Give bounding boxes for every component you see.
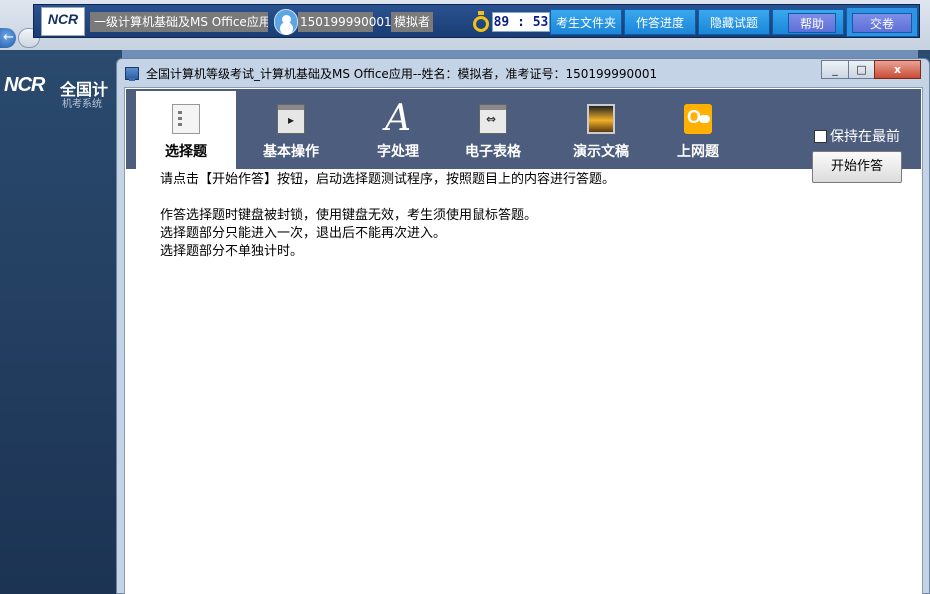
instruction-line: 选择题部分不单独计时。 xyxy=(160,244,304,259)
progress-button[interactable]: 作答进度 xyxy=(624,9,696,35)
tab-label: 字处理 xyxy=(377,144,419,160)
web-icon xyxy=(684,104,712,134)
tab-word-processing[interactable]: A 字处理 xyxy=(348,91,448,169)
spreadsheet-icon xyxy=(479,104,507,134)
stopwatch-icon xyxy=(472,11,490,33)
tab-label: 上网题 xyxy=(677,144,719,160)
keep-on-top-checkbox[interactable] xyxy=(814,130,827,143)
window-titlebar[interactable]: 全国计算机等级考试_计算机基础及MS Office应用--姓名：模拟者，准考证号… xyxy=(117,59,929,87)
window-controls: _ □ x xyxy=(821,60,923,80)
app-monitor-icon xyxy=(125,67,139,81)
minimize-button[interactable]: _ xyxy=(821,60,849,79)
exam-window: 全国计算机等级考试_计算机基础及MS Office应用--姓名：模拟者，准考证号… xyxy=(116,58,930,594)
tab-presentation[interactable]: 演示文稿 xyxy=(551,91,651,169)
tab-label: 演示文稿 xyxy=(573,144,629,160)
tab-multiple-choice[interactable]: 选择题 xyxy=(136,91,236,169)
help-button[interactable]: 帮助 xyxy=(788,13,836,33)
exam-id: 150199990001 xyxy=(298,12,392,32)
keep-on-top-label: 保持在最前 xyxy=(830,129,900,145)
document-list-icon xyxy=(172,104,200,134)
keep-on-top-option[interactable]: 保持在最前 xyxy=(814,126,900,146)
letter-a-icon: A xyxy=(385,98,411,139)
exam-subject: 一级计算机基础及MS Office应用 xyxy=(90,12,268,32)
background-logo: NCR 全国计 机考系统 xyxy=(4,74,122,110)
slide-icon xyxy=(587,104,615,134)
tab-label: 选择题 xyxy=(165,144,207,160)
tab-label: 基本操作 xyxy=(263,144,319,160)
tab-label: 电子表格 xyxy=(465,144,521,160)
instruction-line: 作答选择题时键盘被封锁，使用键盘无效，考生须使用鼠标答题。 xyxy=(160,208,538,223)
candidate-name: 模拟者 xyxy=(391,12,433,32)
hide-questions-button[interactable]: 隐藏试题 xyxy=(698,9,770,35)
maximize-button[interactable]: □ xyxy=(848,60,875,79)
submit-button[interactable]: 交卷 xyxy=(852,13,912,33)
question-type-ribbon: 选择题 基本操作 A 字处理 电子表格 演示文稿 上网题 保持在最前 开始作答 xyxy=(126,89,921,183)
window-icon xyxy=(277,104,305,134)
countdown-timer: 89 : 53 xyxy=(492,12,550,32)
close-button[interactable]: x xyxy=(874,60,921,79)
candidate-folder-button[interactable]: 考生文件夹 xyxy=(550,9,622,35)
instructions-panel: 请点击【开始作答】按钮，启动选择题测试程序，按照题目上的内容进行答题。 作答选择… xyxy=(160,171,900,261)
ncr-logo-mark: NCR xyxy=(4,74,45,96)
user-avatar-icon xyxy=(274,9,298,35)
tab-spreadsheet[interactable]: 电子表格 xyxy=(443,91,543,169)
background-logo-subtitle: 机考系统 xyxy=(62,99,102,110)
window-title: 全国计算机等级考试_计算机基础及MS Office应用--姓名：模拟者，准考证号… xyxy=(146,67,658,81)
ncr-logo: NCR xyxy=(41,7,85,36)
exam-top-bar: NCR 一级计算机基础及MS Office应用 150199990001 模拟者… xyxy=(33,4,920,38)
tab-internet[interactable]: 上网题 xyxy=(648,91,748,169)
instruction-line: 选择题部分只能进入一次，退出后不能再次进入。 xyxy=(160,226,447,241)
instruction-line: 请点击【开始作答】按钮，启动选择题测试程序，按照题目上的内容进行答题。 xyxy=(160,172,616,187)
tab-basic-operation[interactable]: 基本操作 xyxy=(241,91,341,169)
desktop-left-area xyxy=(0,50,122,594)
